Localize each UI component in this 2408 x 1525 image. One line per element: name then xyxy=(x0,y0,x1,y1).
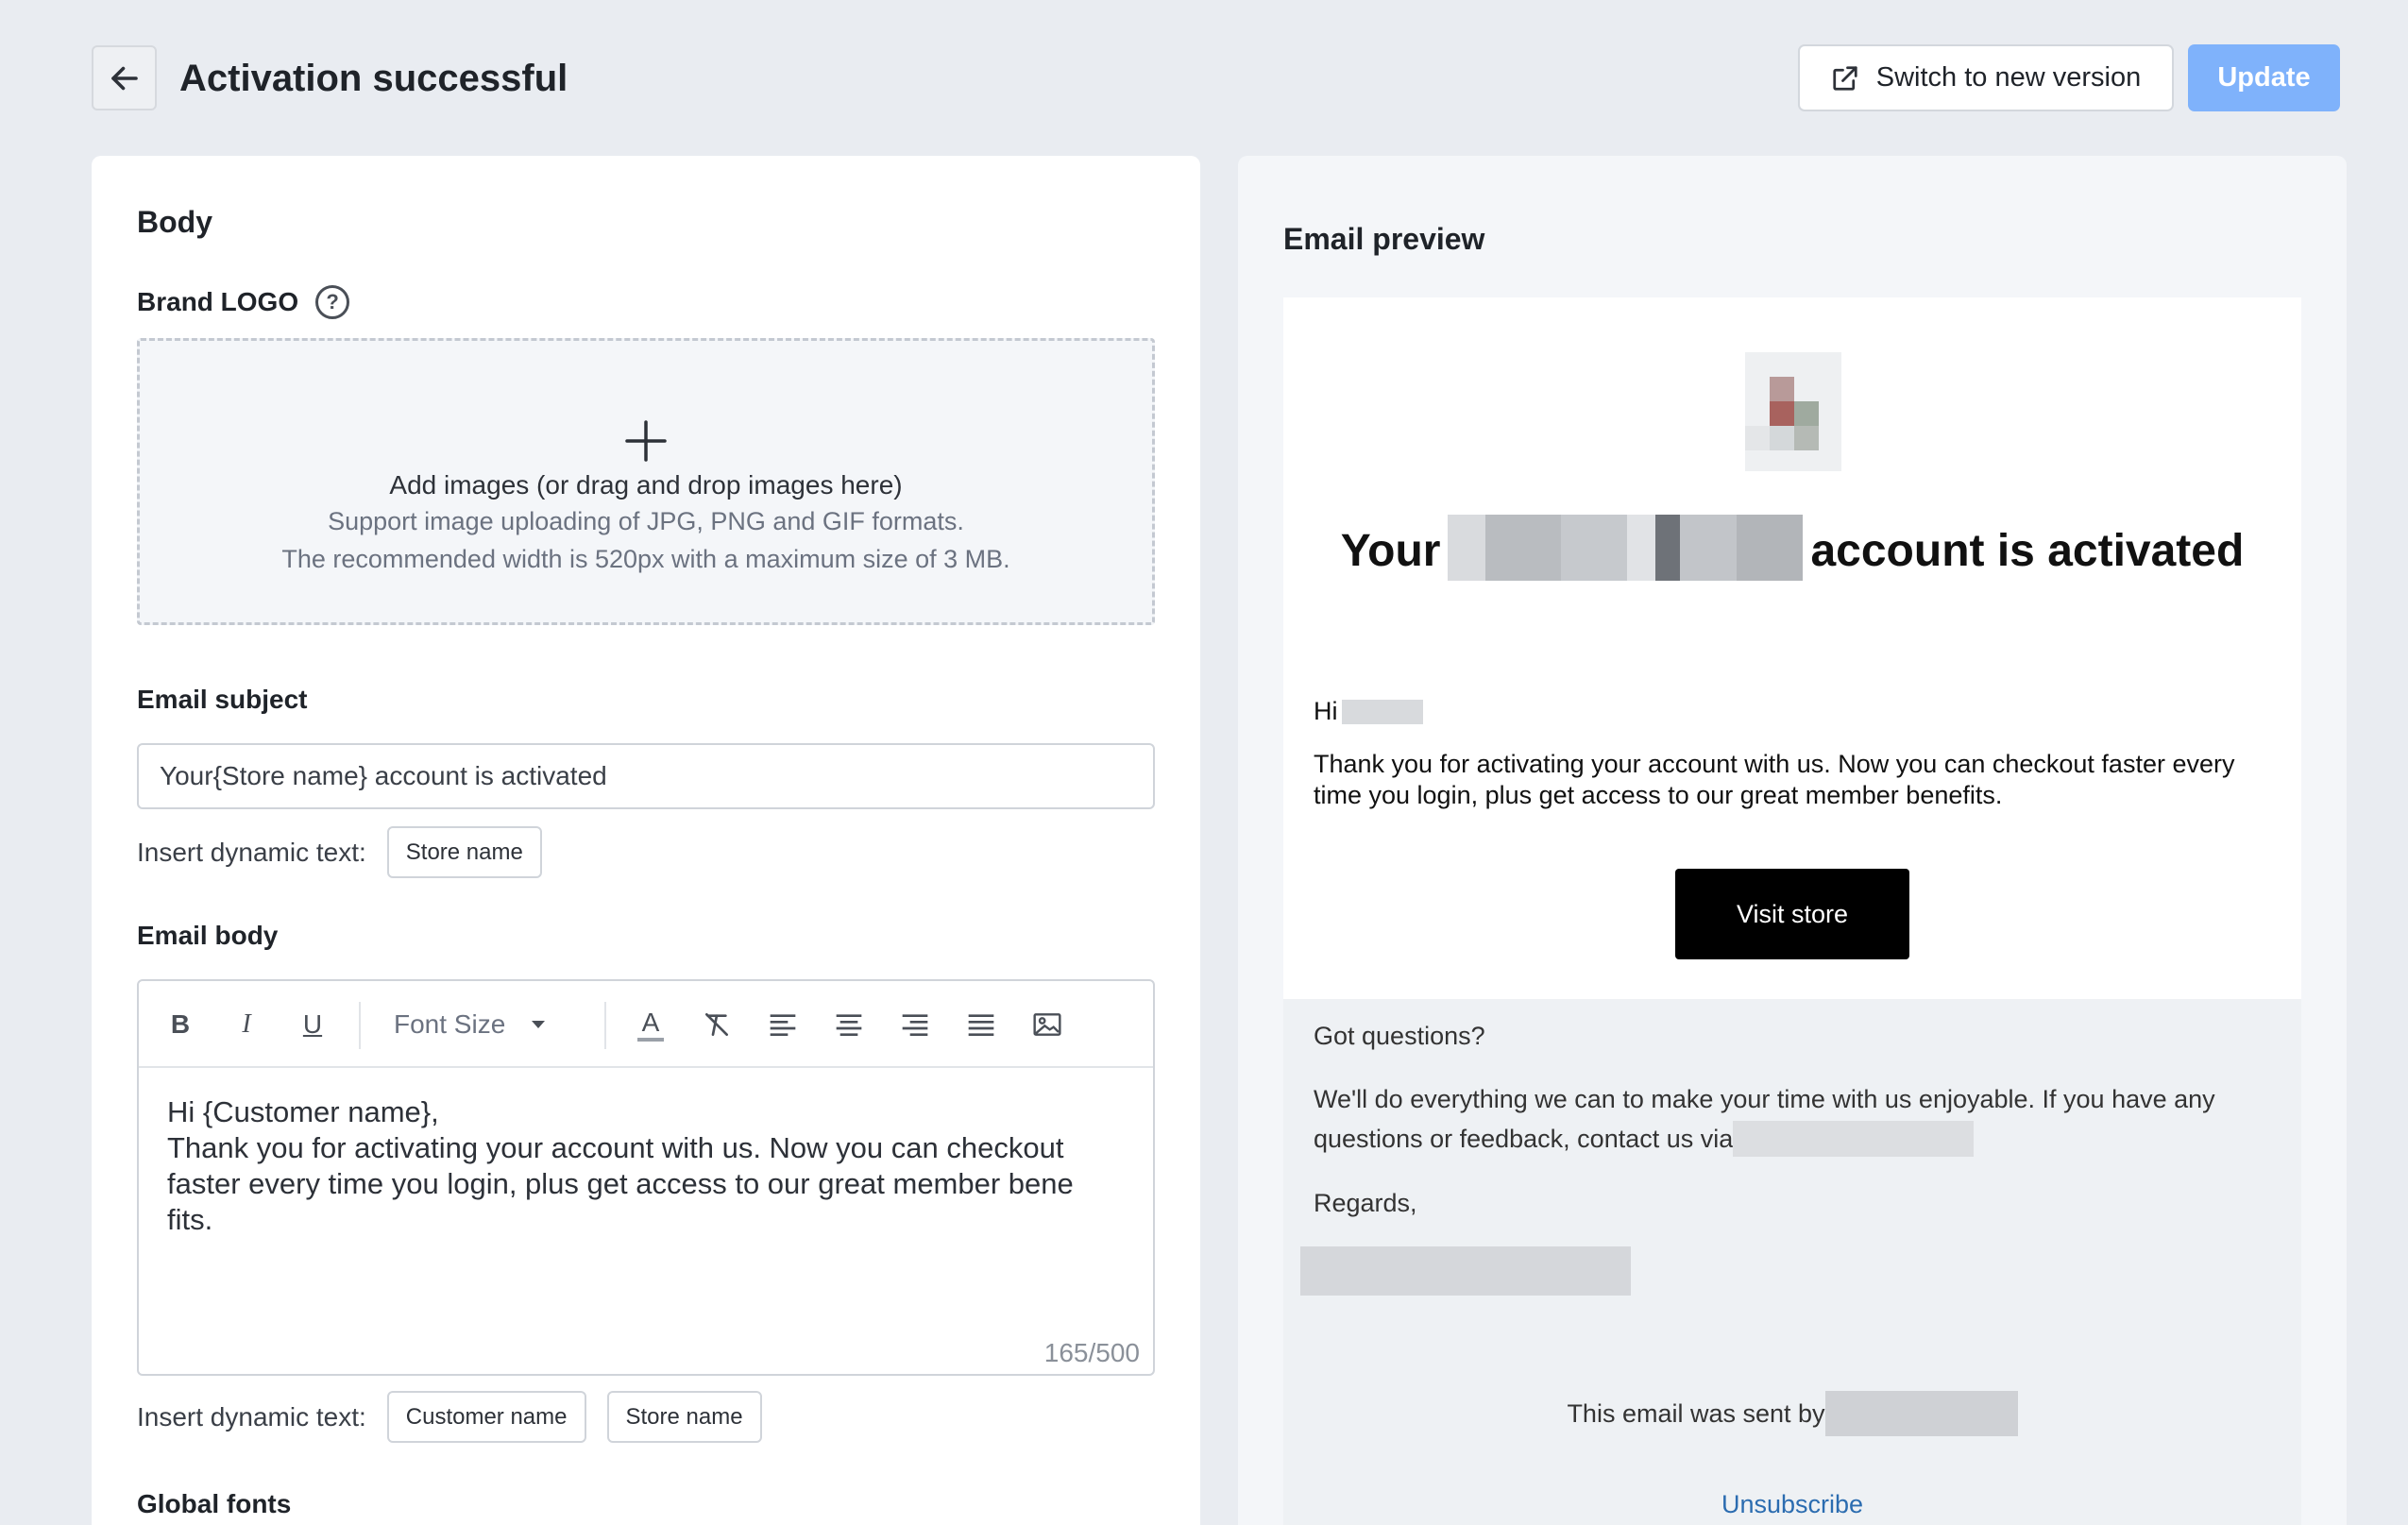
svg-text:A: A xyxy=(642,1008,660,1037)
align-right-icon[interactable] xyxy=(894,1004,936,1045)
toolbar-divider xyxy=(604,1002,606,1049)
subject-dynamic-text-row: Insert dynamic text: Store name xyxy=(137,826,542,878)
email-subject-value: Your{Store name} account is activated xyxy=(160,761,607,790)
email-body-label: Email body xyxy=(137,921,279,950)
brand-logo-label-row: Brand LOGO ? xyxy=(137,285,350,319)
bold-icon[interactable]: B xyxy=(160,1004,201,1045)
body-dynamic-text-row: Insert dynamic text: Customer name Store… xyxy=(137,1391,762,1443)
footer-contact-text: questions or feedback, contact us via xyxy=(1314,1125,1734,1153)
font-size-dropdown[interactable]: Font Size xyxy=(394,1004,573,1045)
body-settings-panel: Body Brand LOGO ? Add images (or drag an… xyxy=(92,156,1200,1525)
align-justify-icon[interactable] xyxy=(960,1004,1002,1045)
caret-down-icon xyxy=(532,1021,546,1028)
upload-format-hint: Support image uploading of JPG, PNG and … xyxy=(328,507,964,535)
page-title: Activation successful xyxy=(179,58,568,99)
dynamic-text-label: Insert dynamic text: xyxy=(137,1401,366,1432)
text-color-icon[interactable]: A xyxy=(630,1004,671,1045)
switch-version-label: Switch to new version xyxy=(1875,62,2142,93)
editor-toolbar: B I U Font Size A xyxy=(139,981,1153,1068)
switch-version-button[interactable]: Switch to new version xyxy=(1798,44,2174,111)
underline-icon[interactable]: U xyxy=(292,1004,333,1045)
heading-prefix: Your xyxy=(1340,525,1441,576)
align-center-icon[interactable] xyxy=(828,1004,870,1045)
brand-logo-label: Brand LOGO xyxy=(137,287,299,316)
italic-icon[interactable]: I xyxy=(226,1004,267,1045)
arrow-left-icon xyxy=(110,66,138,90)
char-count: 165/500 xyxy=(1043,1338,1140,1367)
update-button[interactable]: Update xyxy=(2188,44,2340,111)
font-size-label: Font Size xyxy=(394,1009,506,1039)
brand-logo-image xyxy=(1745,352,1841,471)
upload-instruction: Add images (or drag and drop images here… xyxy=(389,470,903,500)
heading-suffix: account is activated xyxy=(1810,525,2245,576)
email-subject-input[interactable]: Your{Store name} account is activated xyxy=(137,743,1155,809)
visit-store-button[interactable]: Visit store xyxy=(1675,869,1909,959)
align-left-icon[interactable] xyxy=(762,1004,804,1045)
email-body-line-1: Thank you for activating your account wi… xyxy=(1314,750,2235,778)
chip-store-name[interactable]: Store name xyxy=(606,1391,762,1443)
back-button[interactable] xyxy=(92,45,157,110)
redacted-sender xyxy=(1824,1391,2018,1436)
redacted-signature xyxy=(1300,1246,1631,1296)
toolbar-divider xyxy=(359,1002,361,1049)
upload-size-hint: The recommended width is 520px with a ma… xyxy=(281,545,1010,573)
email-greeting: Hi xyxy=(1314,696,1423,727)
redacted-contact xyxy=(1733,1121,1975,1157)
chip-store-name[interactable]: Store name xyxy=(386,826,542,878)
external-link-icon xyxy=(1833,65,1857,91)
redacted-customer-name xyxy=(1341,699,1423,724)
email-heading: Your account is activated xyxy=(1283,515,2301,586)
sent-by-text: This email was sent by xyxy=(1567,1399,1825,1428)
sent-by-line: This email was sent by xyxy=(1283,1391,2301,1436)
unsubscribe-link[interactable]: Unsubscribe xyxy=(1283,1490,2301,1519)
footer-line-1: We'll do everything we can to make your … xyxy=(1314,1085,2215,1113)
insert-image-icon[interactable] xyxy=(1026,1004,1068,1045)
email-body-editor: B I U Font Size A Hi {Customer name}, Th… xyxy=(137,979,1155,1376)
dynamic-text-label: Insert dynamic text: xyxy=(137,837,366,867)
clear-format-icon[interactable] xyxy=(696,1004,738,1045)
greeting-text: Hi xyxy=(1314,697,1338,725)
plus-icon xyxy=(140,418,1152,466)
chip-customer-name[interactable]: Customer name xyxy=(386,1391,586,1443)
regards-text: Regards, xyxy=(1314,1189,1417,1217)
footer-line-2: questions or feedback, contact us via xyxy=(1314,1119,1975,1159)
redacted-store-name xyxy=(1448,515,1804,586)
global-fonts-label: Global fonts xyxy=(137,1489,292,1518)
help-icon[interactable]: ? xyxy=(315,285,350,319)
email-body-line-2: time you login, plus get access to our g… xyxy=(1314,781,2003,809)
section-title: Body xyxy=(137,205,212,239)
email-subject-label: Email subject xyxy=(137,685,308,714)
email-footer: Got questions? We'll do everything we ca… xyxy=(1283,999,2301,1525)
email-preview-card: Your account is activated Hi Thank you f… xyxy=(1283,297,2301,999)
email-preview-title: Email preview xyxy=(1283,222,1485,256)
email-body-text[interactable]: Hi {Customer name}, Thank you for activa… xyxy=(167,1094,1121,1238)
questions-text: Got questions? xyxy=(1314,1022,1485,1050)
email-preview-panel: Email preview Your account is activated xyxy=(1238,156,2347,1525)
image-upload-dropzone[interactable]: Add images (or drag and drop images here… xyxy=(137,338,1155,625)
